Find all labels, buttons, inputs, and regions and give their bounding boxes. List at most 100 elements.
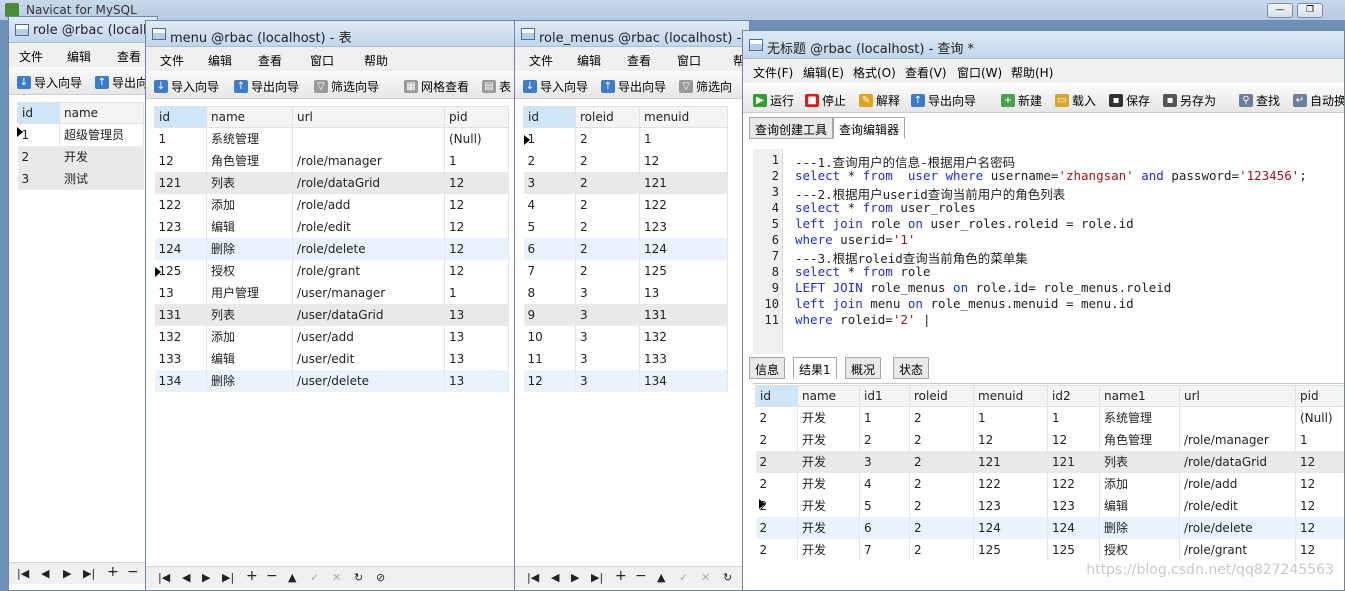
menu-edit[interactable]: 编辑 bbox=[67, 48, 91, 65]
move-up-icon[interactable]: ▲ bbox=[288, 571, 296, 584]
minimize-button[interactable]: — bbox=[1267, 3, 1293, 18]
import-wizard-button[interactable]: ↓ 导入向导 bbox=[154, 78, 219, 95]
cell-pid[interactable]: 12 bbox=[444, 171, 509, 194]
menu-window[interactable]: 窗口 bbox=[310, 52, 334, 69]
refresh-icon[interactable]: ↻ bbox=[723, 571, 732, 584]
cell-id[interactable]: 2 bbox=[755, 516, 798, 539]
next-record-icon[interactable]: ▶ bbox=[571, 571, 579, 584]
cell-name[interactable]: 开发 bbox=[797, 428, 860, 451]
cell-pid[interactable]: 12 bbox=[444, 215, 509, 238]
cell-name[interactable]: 开发 bbox=[797, 494, 860, 517]
run-button[interactable]: ▶ 运行 bbox=[753, 92, 794, 109]
sql-line[interactable]: LEFT JOIN role_menus on role.id= role_me… bbox=[795, 280, 1171, 295]
cell-pid[interactable]: 13 bbox=[444, 369, 509, 392]
cell-id2[interactable]: 123 bbox=[1047, 494, 1100, 517]
cell-id[interactable]: 2 bbox=[755, 406, 798, 429]
cell-url[interactable]: /user/delete bbox=[292, 369, 445, 392]
table-row[interactable]: 2 开发 3 2 121 121 列表/role/dataGrid 12 bbox=[755, 450, 1344, 473]
last-record-icon[interactable]: ▶| bbox=[591, 571, 603, 584]
cell-id1[interactable]: 2 bbox=[859, 428, 910, 451]
cell-menuid[interactable]: 121 bbox=[973, 450, 1048, 473]
cell-name[interactable]: 添加 bbox=[206, 325, 293, 348]
cell-name[interactable]: 开发 bbox=[797, 472, 860, 495]
cell-url[interactable]: /role/add bbox=[1179, 472, 1296, 495]
cell-id[interactable]: 2 bbox=[17, 145, 60, 168]
sql-line[interactable]: select * from user_roles bbox=[795, 200, 976, 215]
apply-changes-icon[interactable]: ✓ bbox=[679, 571, 688, 584]
cell-menuid[interactable]: 123 bbox=[639, 215, 728, 238]
menu-help[interactable]: 帮助(H) bbox=[1011, 64, 1053, 81]
cell-url[interactable]: /role/grant bbox=[1179, 538, 1296, 561]
column-header-id[interactable]: id bbox=[154, 106, 207, 128]
sql-line[interactable]: where roleid='2' | bbox=[795, 312, 931, 327]
menu-file[interactable]: 文件 bbox=[529, 52, 553, 69]
cell-name1[interactable]: 列表 bbox=[1099, 450, 1180, 473]
menu-file[interactable]: 文件 bbox=[160, 52, 184, 69]
cell-roleid[interactable]: 2 bbox=[575, 237, 640, 260]
sql-line[interactable]: select * from role bbox=[795, 264, 930, 279]
role-menus-data-grid[interactable]: id roleid menuid 1 2 1 2 2 12 3 2 121 4 2 122 5 2 123 6 2 12… bbox=[523, 106, 728, 392]
cell-id[interactable]: 3 bbox=[17, 167, 60, 190]
cell-name[interactable]: 编辑 bbox=[206, 347, 293, 370]
explain-button[interactable]: ✎ 解释 bbox=[859, 92, 900, 109]
cell-id[interactable]: 125 bbox=[154, 259, 207, 282]
cell-menuid[interactable]: 1 bbox=[639, 127, 728, 150]
cell-id[interactable]: 2 bbox=[755, 428, 798, 451]
grid-view-button[interactable]: ▦ 网格查看 bbox=[404, 78, 469, 95]
cell-pid[interactable]: 12 bbox=[1295, 450, 1344, 473]
cell-id[interactable]: 8 bbox=[523, 281, 576, 304]
cell-roleid[interactable]: 2 bbox=[575, 127, 640, 150]
cell-id[interactable]: 7 bbox=[523, 259, 576, 282]
tab-query-builder[interactable]: 查询创建工具 bbox=[749, 117, 834, 139]
column-header-roleid[interactable]: roleid bbox=[575, 106, 640, 128]
cell-name[interactable]: 开发 bbox=[797, 516, 860, 539]
cell-url[interactable]: /role/delete bbox=[292, 237, 445, 260]
cell-url[interactable]: /role/edit bbox=[292, 215, 445, 238]
stop-icon[interactable]: ⊘ bbox=[376, 571, 385, 584]
table-row[interactable]: 2 开发 4 2 122 122 添加/role/add 12 bbox=[755, 472, 1344, 495]
cell-url[interactable]: /user/manager bbox=[292, 281, 445, 304]
cell-pid[interactable]: 12 bbox=[1295, 494, 1344, 517]
cell-roleid[interactable]: 3 bbox=[575, 281, 640, 304]
cell-menuid[interactable]: 123 bbox=[973, 494, 1048, 517]
table-row[interactable]: 11 3 133 bbox=[523, 347, 728, 370]
cell-id1[interactable]: 3 bbox=[859, 450, 910, 473]
cell-id[interactable]: 5 bbox=[523, 215, 576, 238]
cell-pid[interactable]: (Null) bbox=[444, 127, 509, 150]
column-header-id[interactable]: id bbox=[17, 102, 60, 124]
table-row[interactable]: 2 开发 2 2 12 12 角色管理/role/manager 1 bbox=[755, 428, 1344, 451]
cell-menuid[interactable]: 1 bbox=[973, 406, 1048, 429]
cell-id2[interactable]: 122 bbox=[1047, 472, 1100, 495]
cell-pid[interactable]: 13 bbox=[444, 325, 509, 348]
cell-url[interactable]: /user/add bbox=[292, 325, 445, 348]
delete-record-icon[interactable]: − bbox=[266, 568, 278, 584]
cell-roleid[interactable]: 2 bbox=[909, 494, 974, 517]
cell-roleid[interactable]: 2 bbox=[909, 406, 974, 429]
import-wizard-button[interactable]: ↓ 导入向导 bbox=[523, 78, 588, 95]
move-up-icon[interactable]: ▲ bbox=[657, 571, 665, 584]
table-row[interactable]: 9 3 131 bbox=[523, 303, 728, 326]
menu-help[interactable]: 帮助 bbox=[364, 52, 388, 69]
save-button[interactable]: ▪ 保存 bbox=[1109, 92, 1150, 109]
sql-line[interactable]: left join menu on role_menus.menuid = me… bbox=[795, 296, 1134, 311]
role-data-grid[interactable]: id name 1 超级管理员 2 开发 3 测试 bbox=[17, 102, 144, 190]
delete-record-icon[interactable]: − bbox=[127, 564, 139, 580]
cell-roleid[interactable]: 2 bbox=[909, 538, 974, 561]
cell-name[interactable]: 测试 bbox=[59, 167, 144, 190]
cell-pid[interactable]: 1 bbox=[444, 281, 509, 304]
export-wizard-button[interactable]: ↑ 导出向导 bbox=[234, 78, 299, 95]
table-row[interactable]: 3 测试 bbox=[17, 167, 144, 190]
table-row[interactable]: 121 bbox=[523, 127, 728, 150]
cell-pid[interactable]: 12 bbox=[444, 237, 509, 260]
table-row[interactable]: 132 添加/user/add 13 bbox=[154, 325, 509, 348]
cell-name[interactable]: 系统管理 bbox=[206, 127, 293, 150]
table-row[interactable]: 3 2 121 bbox=[523, 171, 728, 194]
cell-pid[interactable]: 13 bbox=[444, 303, 509, 326]
discard-changes-icon[interactable]: ✕ bbox=[332, 571, 341, 584]
last-record-icon[interactable]: ▶| bbox=[222, 571, 234, 584]
cell-roleid[interactable]: 3 bbox=[575, 303, 640, 326]
cell-url[interactable] bbox=[292, 127, 445, 150]
column-header-id[interactable]: id bbox=[523, 106, 576, 128]
cell-url[interactable]: /user/edit bbox=[292, 347, 445, 370]
next-record-icon[interactable]: ▶ bbox=[63, 567, 71, 580]
